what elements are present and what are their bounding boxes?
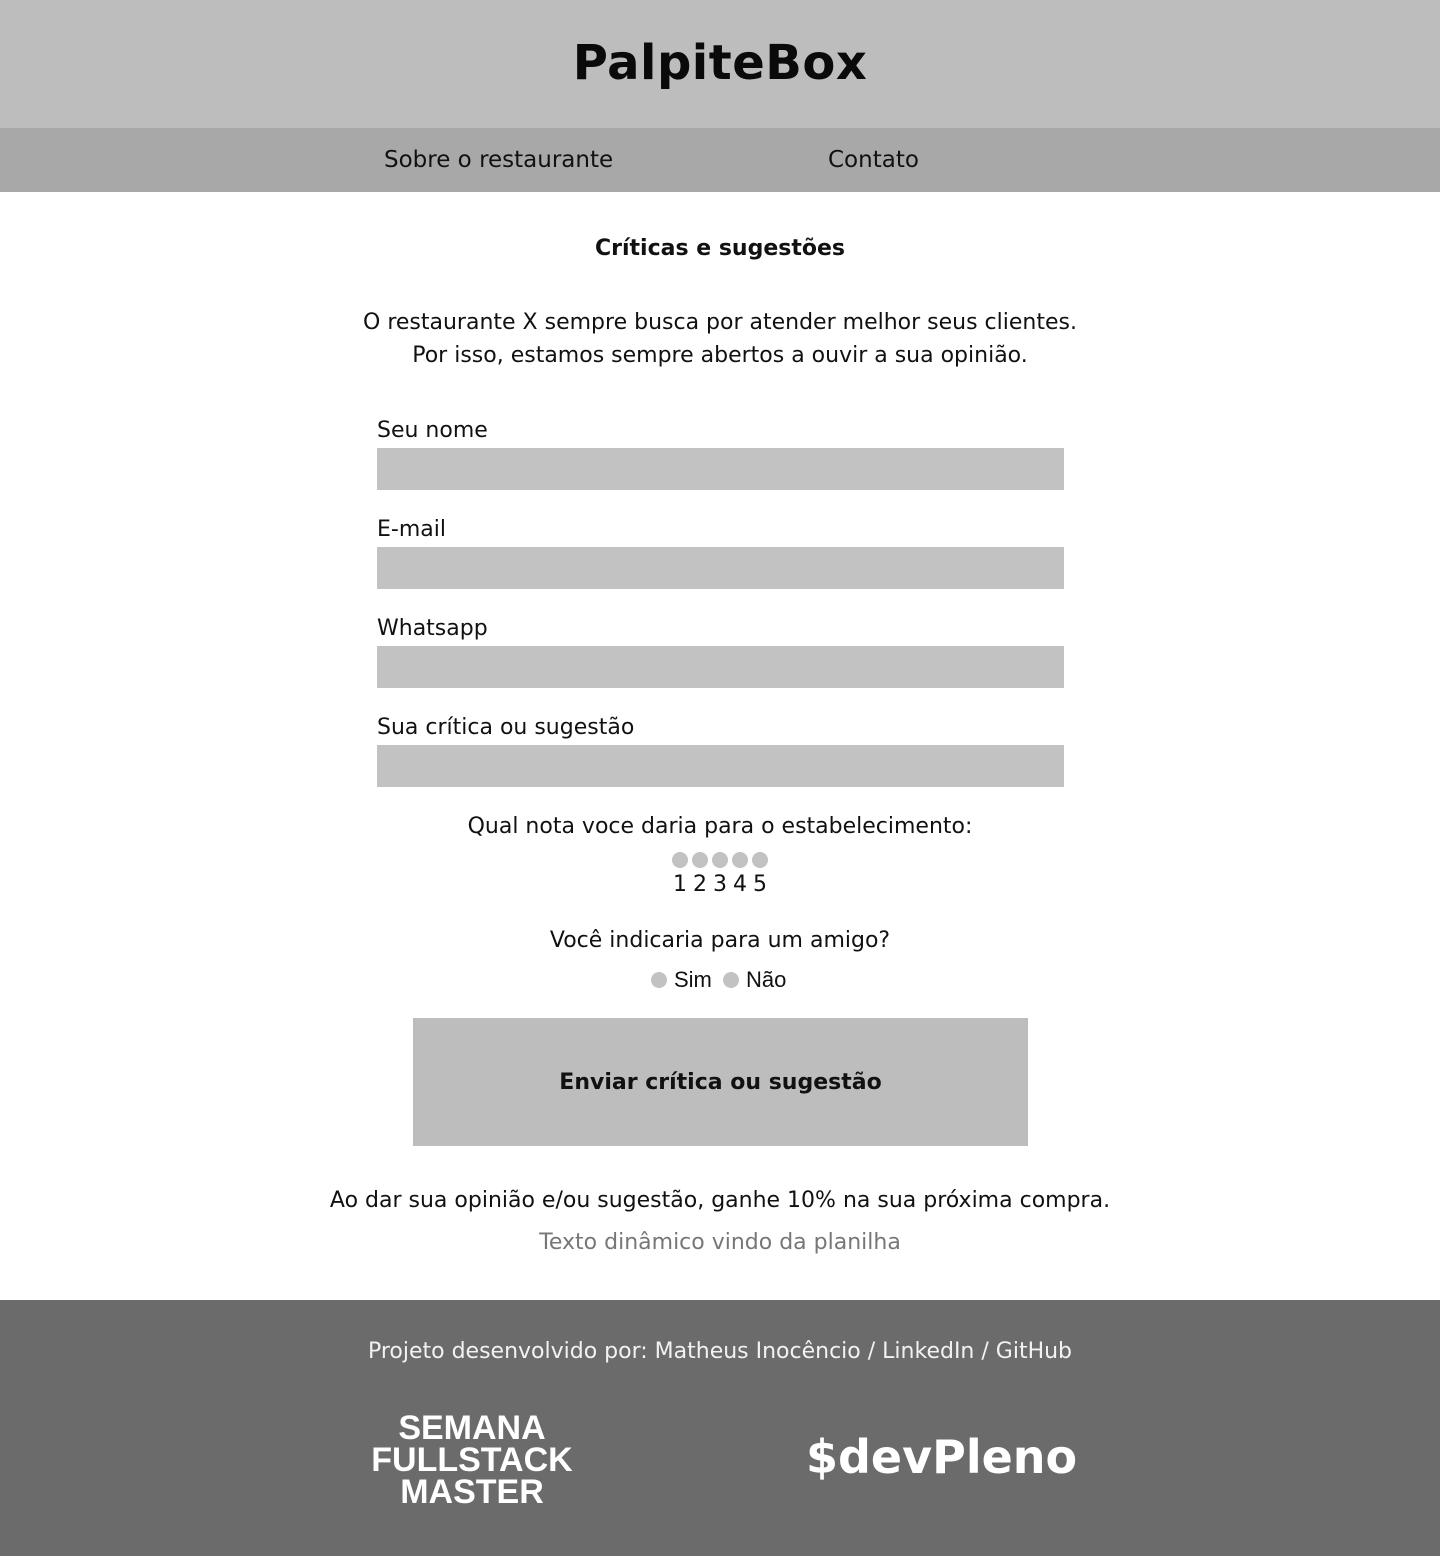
name-label: Seu nome xyxy=(377,418,488,443)
credits-separator: / xyxy=(860,1339,883,1364)
rating-radio-2[interactable] xyxy=(692,852,708,868)
intro-line-1: O restaurante X sempre busca por atender… xyxy=(363,310,1077,335)
credits-line: Projeto desenvolvido por: Matheus Inocên… xyxy=(0,1339,1440,1364)
rating-radio-4[interactable] xyxy=(732,852,748,868)
github-link[interactable]: GitHub xyxy=(996,1339,1072,1364)
promo-text: Ao dar sua opinião e/ou sugestão, ganhe … xyxy=(329,1188,1111,1213)
feedback-label: Sua crítica ou sugestão xyxy=(377,715,635,740)
nav-link-contact[interactable]: Contato xyxy=(828,128,919,192)
rating-label-4: 4 xyxy=(733,872,747,897)
event-logo-line-2: FULLSTACK xyxy=(371,1441,573,1479)
recommend-yes-radio[interactable] xyxy=(651,972,667,988)
credits-prefix: Projeto desenvolvido por: xyxy=(367,1339,655,1364)
rating-radio-3[interactable] xyxy=(712,852,728,868)
rating-radio-1[interactable] xyxy=(672,852,688,868)
name-input[interactable] xyxy=(377,448,1064,490)
event-logo-line-1: SEMANA xyxy=(398,1409,546,1447)
rating-label-2: 2 xyxy=(693,872,707,897)
dynamic-text: Texto dinâmico vindo da planilha xyxy=(539,1230,901,1255)
whatsapp-label: Whatsapp xyxy=(377,616,488,641)
rating-label-1: 1 xyxy=(673,872,687,897)
credits-separator: / xyxy=(974,1339,996,1364)
rating-label-5: 5 xyxy=(753,872,767,897)
section-title: Críticas e sugestões xyxy=(595,236,845,261)
email-label: E-mail xyxy=(377,517,446,542)
recommend-yes-label[interactable]: Sim xyxy=(674,966,712,994)
rating-label-3: 3 xyxy=(713,872,727,897)
intro-line-2: Por isso, estamos sempre abertos a ouvir… xyxy=(412,343,1028,368)
intro-text: O restaurante X sempre busca por atender… xyxy=(0,306,1440,372)
recommend-radio-group: Sim Não xyxy=(650,966,810,994)
nav-link-about[interactable]: Sobre o restaurante xyxy=(384,128,613,192)
email-input[interactable] xyxy=(377,547,1064,589)
event-logo-line-3: MASTER xyxy=(400,1473,544,1511)
submit-feedback-button[interactable]: Enviar crítica ou sugestão xyxy=(413,1018,1028,1146)
semana-fullstack-master-logo: SEMANA FULLSTACK MASTER xyxy=(352,1409,592,1511)
recommend-no-radio[interactable] xyxy=(723,972,739,988)
page-header: PalpiteBox xyxy=(0,0,1440,128)
recommend-no-label[interactable]: Não xyxy=(746,966,786,994)
rating-radio-group xyxy=(672,852,772,868)
author-link[interactable]: Matheus Inocêncio xyxy=(655,1339,861,1364)
linkedin-link[interactable]: LinkedIn xyxy=(882,1339,974,1364)
top-nav: Sobre o restaurante Contato xyxy=(0,128,1440,192)
rating-radio-5[interactable] xyxy=(752,852,768,868)
whatsapp-input[interactable] xyxy=(377,646,1064,688)
rating-labels: 1 2 3 4 5 xyxy=(672,872,772,900)
feedback-input[interactable] xyxy=(377,745,1064,787)
brand-title: PalpiteBox xyxy=(572,35,868,91)
feedback-form-section: Críticas e sugestões O restaurante X sem… xyxy=(0,192,1440,1300)
rating-question: Qual nota voce daria para o estabelecime… xyxy=(467,814,973,839)
page-footer: Projeto desenvolvido por: Matheus Inocên… xyxy=(0,1300,1440,1556)
devpleno-logo: $devPleno xyxy=(806,1430,1078,1484)
recommend-question: Você indicaria para um amigo? xyxy=(549,928,891,953)
